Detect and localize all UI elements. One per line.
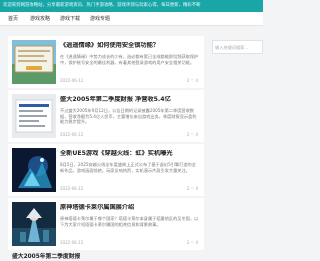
article-excerpt: 原神塔德卡莱尔属于哪个国家？塔德卡莱尔本身属于稻妻地区的至冬国，以下为大家介绍塔… — [60, 216, 199, 227]
nav-item-guides[interactable]: 游戏攻略 — [30, 15, 50, 23]
article-stats: 2 ♡ 4 — [186, 186, 198, 191]
main-nav: 首页 游戏攻略 游戏下载 游戏专题 — [0, 12, 263, 26]
article-stats: 2 ♡ 4 — [186, 78, 198, 83]
article-card[interactable]: 全新UE5游戏《穿越火线：虹》实机曝光 8月5日，2025穿越火线全年度盛典上正… — [8, 144, 204, 196]
article-excerpt: 8月5日，2025穿越火线全年度盛典上正式公布了基于虚幻5引擎打造的全新作品，游… — [60, 162, 196, 173]
nav-item-downloads[interactable]: 游戏下载 — [60, 15, 80, 23]
sidebar-search — [212, 40, 263, 54]
article-stats: 2 ♡ 4 — [186, 240, 198, 245]
article-title[interactable]: 全新UE5游戏《穿越火线：虹》实机曝光 — [60, 150, 200, 158]
article-date: 2022-06-12 — [60, 240, 84, 245]
article-thumbnail[interactable] — [12, 202, 56, 246]
next-article-title[interactable]: 盛大2005年第二季度财报 — [12, 254, 80, 261]
article-date: 2022-06-12 — [60, 78, 84, 83]
article-card[interactable]: 《逍遥情缘》如何使用安全锁功能？ 在《逍遥情缘》中势力成长的少有，选必都有套已全… — [8, 36, 204, 88]
article-excerpt: 不过盛大2005年9月12日，公告日期的记录披露2005年第二季度营收数据，营收… — [60, 108, 197, 124]
search-input[interactable] — [215, 43, 261, 52]
announcement-bar: 欢迎来到网游攻略站，分享最新游戏资讯、热门手游攻略、游戏评测与玩家心得，每日更新… — [0, 0, 263, 12]
article-title[interactable]: 盛大2005年第二季度财报 净营收5.4亿 — [60, 96, 200, 104]
article-feed: 《逍遥情缘》如何使用安全锁功能？ 在《逍遥情缘》中势力成长的少有，选必都有套已全… — [0, 34, 204, 261]
article-thumbnail[interactable] — [12, 94, 56, 138]
article-card[interactable]: 盛大2005年第二季度财报 净营收5.4亿 不过盛大2005年9月12日，公告日… — [8, 90, 204, 142]
nav-item-home[interactable]: 首页 — [8, 15, 18, 23]
article-stats: 2 ♡ 4 — [186, 132, 198, 137]
article-excerpt: 在《逍遥情缘》中势力成长的少有，选必都有套已全成都能即切频获取保护中，保护账号安… — [60, 54, 199, 65]
article-thumbnail[interactable] — [12, 148, 56, 192]
article-card[interactable]: 原神塔德卡莱尔属国展介绍 原神塔德卡莱尔属于哪个国家？塔德卡莱尔本身属于稻妻地区… — [8, 198, 204, 250]
article-date: 2022-06-12 — [60, 132, 84, 137]
announcement-text: 欢迎来到网游攻略站，分享最新游戏资讯、热门手游攻略、游戏评测与玩家心得，每日更新… — [3, 3, 201, 8]
nav-item-topics[interactable]: 游戏专题 — [90, 15, 110, 23]
article-title[interactable]: 《逍遥情缘》如何使用安全锁功能？ — [60, 42, 200, 50]
article-date: 2022-06-12 — [60, 186, 84, 191]
article-thumbnail[interactable] — [12, 40, 56, 84]
article-title[interactable]: 原神塔德卡莱尔属国展介绍 — [60, 204, 200, 212]
